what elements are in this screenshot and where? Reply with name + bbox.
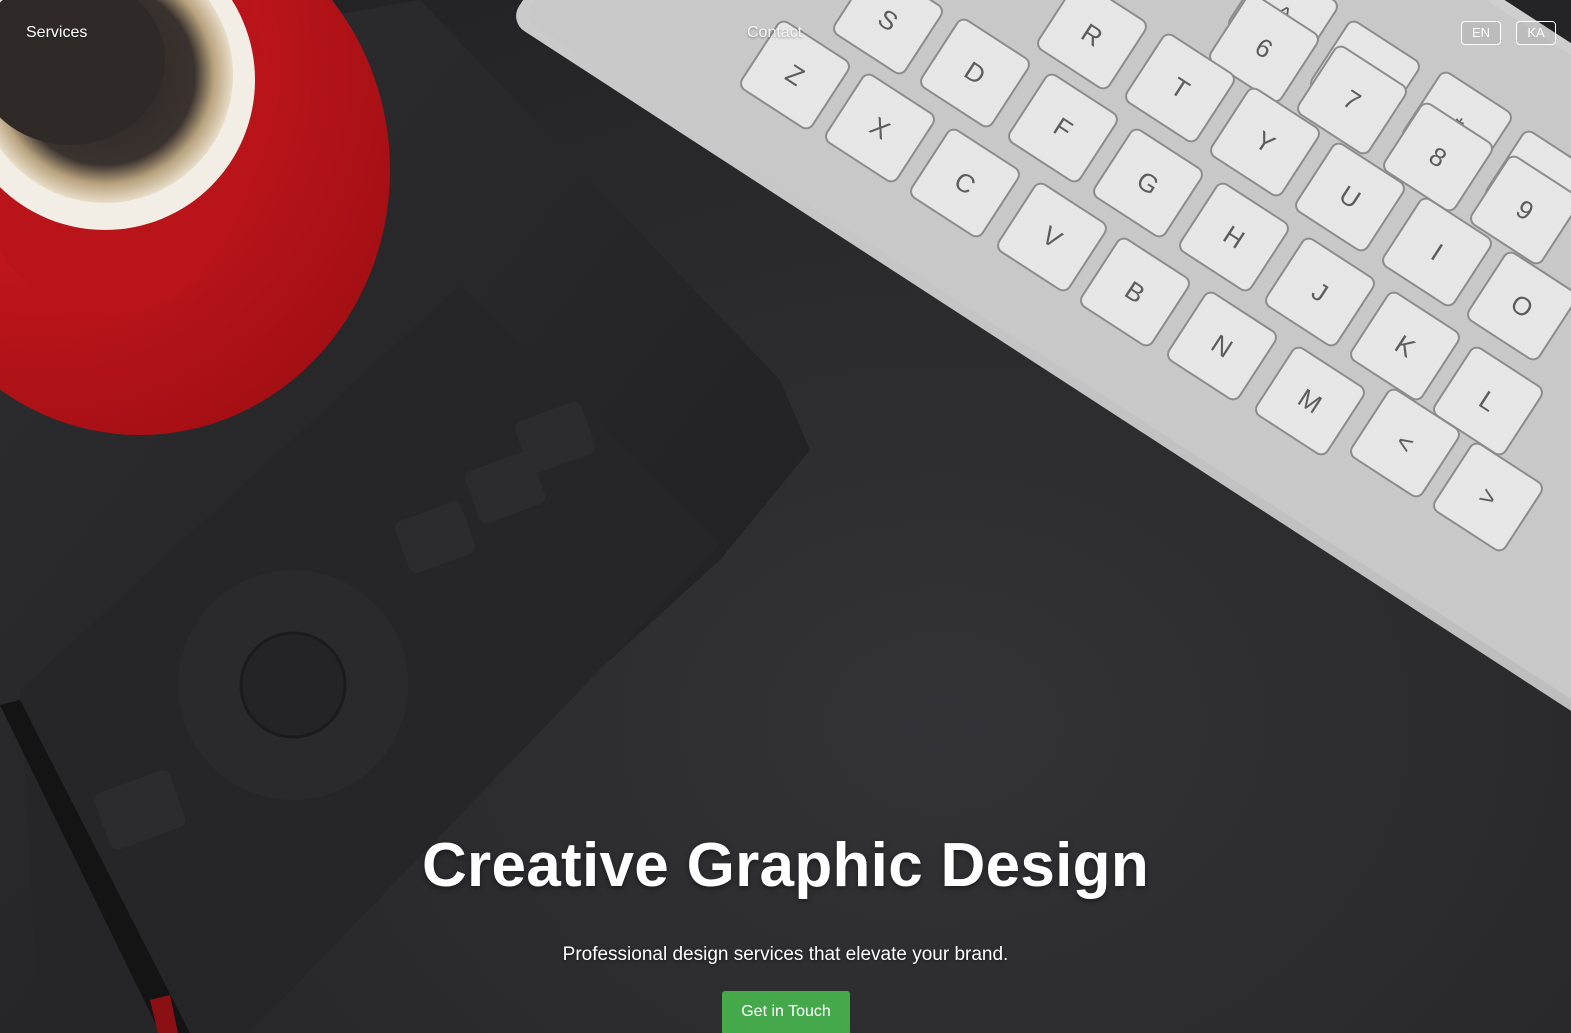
hero-title: Creative Graphic Design: [421, 831, 1150, 900]
language-en-button[interactable]: EN: [1461, 21, 1501, 45]
hero-section: SR^6ZDT&7XFY*8(9CGUVHIOBJNKML<> Services…: [0, 0, 1571, 1033]
hero-subtitle: Professional design services that elevat…: [562, 944, 1009, 965]
nav-contact-link[interactable]: Contact: [747, 24, 802, 42]
language-ka-button[interactable]: KA: [1516, 21, 1556, 45]
get-in-touch-button[interactable]: Get in Touch: [722, 991, 850, 1033]
nav-services-link[interactable]: Services: [26, 24, 87, 42]
